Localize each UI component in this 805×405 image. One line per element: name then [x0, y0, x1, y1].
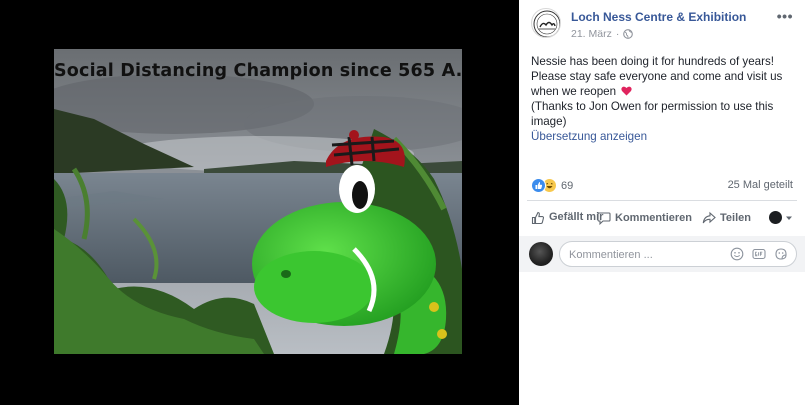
post-stats: 69 25 Mal geteilt: [531, 178, 793, 194]
page-name-link[interactable]: Loch Ness Centre & Exhibition: [571, 10, 746, 24]
reactions-summary[interactable]: 69: [531, 178, 573, 193]
comment-icon: [597, 211, 611, 225]
post-photo[interactable]: Social Distancing Champion since 565 A.D…: [54, 49, 462, 354]
reaction-count: 69: [561, 179, 574, 192]
like-reaction-icon: [531, 178, 546, 193]
share-icon: [702, 211, 716, 223]
gif-icon[interactable]: [752, 247, 766, 261]
loch-ness-logo-icon: [533, 10, 560, 37]
share-count[interactable]: 25 Mal geteilt: [728, 179, 793, 191]
post-date[interactable]: 21. März: [571, 28, 612, 40]
comment-tools: [730, 247, 788, 261]
share-button[interactable]: Teilen: [702, 211, 751, 225]
translate-link[interactable]: Übersetzung anzeigen: [531, 130, 647, 143]
photo-caption-text: Social Distancing Champion since 565 A.D…: [54, 61, 462, 81]
sticker-icon[interactable]: [774, 247, 788, 261]
chevron-down-icon: [786, 216, 793, 220]
user-avatar[interactable]: [529, 242, 553, 266]
heart-icon: [621, 86, 632, 96]
comment-composer: [519, 236, 805, 272]
comment-box: [559, 241, 797, 267]
globe-icon: [623, 29, 634, 39]
audience-icon: [769, 211, 783, 224]
post-text-credit: (Thanks to Jon Owen for permission to us…: [531, 100, 774, 128]
comment-label: Kommentieren: [615, 211, 693, 224]
post-meta: 21. März ·: [571, 28, 634, 40]
action-bar: Gefällt mir Kommentieren Teilen: [527, 200, 797, 234]
audience-selector[interactable]: [769, 211, 793, 224]
comment-input[interactable]: [569, 247, 719, 262]
more-options-icon[interactable]: •••: [777, 8, 793, 24]
page-avatar[interactable]: [531, 8, 561, 38]
like-icon: [531, 211, 545, 224]
post-header: Loch Ness Centre & Exhibition 21. März ·…: [531, 8, 801, 42]
post-panel: Loch Ness Centre & Exhibition 21. März ·…: [519, 0, 805, 405]
photo-viewer: Social Distancing Champion since 565 A.D…: [0, 0, 519, 405]
share-label: Teilen: [720, 211, 752, 224]
post-body: Nessie has been doing it for hundreds of…: [531, 54, 793, 144]
comment-button[interactable]: Kommentieren: [597, 211, 692, 225]
like-button[interactable]: Gefällt mir: [531, 211, 603, 225]
photo-scene: [54, 49, 462, 354]
emoji-icon[interactable]: [730, 247, 744, 261]
separator-dot: ·: [615, 28, 620, 40]
post-text-main: Nessie has been doing it for hundreds of…: [531, 55, 783, 98]
like-label: Gefällt mir: [549, 211, 604, 223]
post-text-line: Nessie has been doing it for hundreds of…: [531, 54, 793, 99]
